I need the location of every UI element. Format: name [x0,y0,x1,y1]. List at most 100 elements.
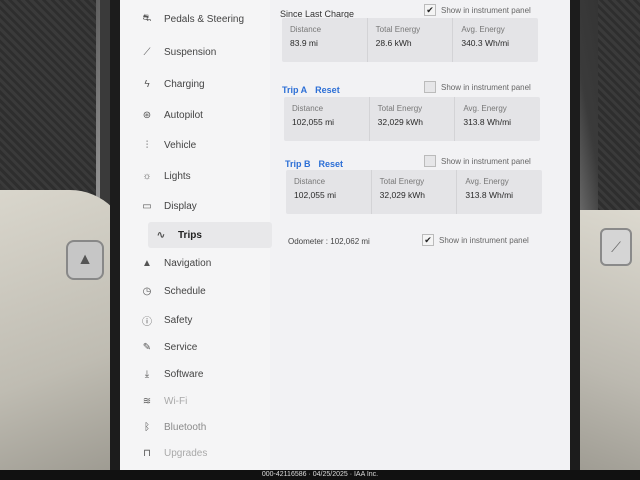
sidebar-item-label: Schedule [164,285,206,297]
distance-label: Distance [294,177,326,186]
sidebar-item-label: Software [164,368,204,380]
since-last-charge-card: Distance 83.9 mi Total Energy 28.6 kWh A… [282,18,538,62]
sliders-icon: ⫶ [145,139,149,151]
wifi-icon: ≋ [142,395,152,407]
trip-b-card: Distance 102,055 mi Total Energy 32,029 … [286,170,542,214]
avg-energy-cell: Avg. Energy 340.3 Wh/mi [453,18,538,62]
total-energy-cell: Total Energy 28.6 kWh [368,18,454,62]
distance-label: Distance [292,104,324,113]
wrench-icon: ✎ [142,341,152,353]
sidebar-item-safety[interactable]: ⓘ Safety [140,307,266,333]
sidebar-item-trips[interactable]: ∿ Trips [148,222,272,248]
avg-energy-cell: Avg. Energy 313.8 Wh/mi [455,97,540,141]
sidebar-item-label: Suspension [164,46,217,58]
odometer-readout: Odometer : 102,062 mi [288,237,370,246]
trip-b-title: Trip B Reset [285,159,343,169]
show-in-panel-label: Show in instrument panel [439,235,529,245]
trip-a-card: Distance 102,055 mi Total Energy 32,029 … [284,97,540,141]
sidebar-item-label: Trips [178,229,202,241]
trip-b-label: Trip B [285,159,311,169]
distance-value: 102,055 mi [294,190,337,200]
total-energy-value: 32,029 kWh [377,117,424,127]
touchscreen: ⛐ Pedals & Steering ⟋ Suspension ϟ Charging ⊛ A… [120,0,570,470]
show-in-panel-label: Show in instrument panel [441,156,531,166]
odometer-show-toggle[interactable]: ✔ Show in instrument panel [422,234,529,246]
right-carbon-trim [598,0,640,220]
sidebar-item-navigation[interactable]: ▲ Navigation [140,250,266,276]
steering-pedal-icon: ⛐ [142,12,152,24]
total-energy-label: Total Energy [379,177,425,186]
steering-wheel-icon: ⊛ [142,109,152,121]
distance-cell: Distance 83.9 mi [282,18,368,62]
total-energy-cell: Total Energy 32,029 kWh [372,170,458,214]
clock-icon: ◷ [142,285,152,297]
sidebar-item-service[interactable]: ✎ Service [140,334,266,360]
distance-cell: Distance 102,055 mi [284,97,370,141]
hazard-button[interactable]: ▲ [66,240,104,280]
sidebar-item-label: Upgrades [164,447,208,459]
sidebar-item-software[interactable]: ⤓ Software [140,361,266,387]
checkbox-checked-icon[interactable]: ✔ [424,4,436,16]
sidebar-item-upgrades[interactable]: ⊓ Upgrades [140,440,266,466]
sidebar-item-suspension[interactable]: ⟋ Suspension [140,39,266,65]
settings-sidebar: ⛐ Pedals & Steering ⟋ Suspension ϟ Charging ⊛ A… [120,0,272,470]
trips-icon: ∿ [156,229,166,241]
trip-b-reset-button[interactable]: Reset [319,159,344,169]
sidebar-item-schedule[interactable]: ◷ Schedule [140,278,266,304]
sidebar-item-label: Display [164,200,197,212]
sun-icon: ☼ [142,170,152,182]
distance-label: Distance [290,25,322,34]
sidebar-item-wi-fi[interactable]: ≋ Wi-Fi [140,388,266,414]
sidebar-item-pedals-steering[interactable]: ⛐ Pedals & Steering [140,6,266,32]
display-icon: ▭ [142,200,152,212]
sidebar-item-label: Safety [164,314,193,326]
safety-icon: ⓘ [142,316,152,328]
download-icon: ⤓ [144,368,150,380]
wiper-button[interactable]: ⟋ [600,228,632,266]
sidebar-item-label: Pedals & Steering [164,13,245,25]
lightning-icon: ϟ [144,78,150,90]
sidebar-item-label: Wi-Fi [164,395,188,407]
trip-a-title: Trip A Reset [282,85,340,95]
sidebar-item-display[interactable]: ▭ Display [140,193,266,219]
distance-cell: Distance 102,055 mi [286,170,372,214]
sidebar-item-label: Autopilot [164,109,203,121]
sidebar-item-vehicle[interactable]: ⫶ Vehicle [140,132,266,158]
trip-a-show-toggle[interactable]: Show in instrument panel [424,81,531,93]
sidebar-item-label: Lights [164,170,191,182]
lock-icon: ⊓ [143,447,151,459]
trip-b-show-toggle[interactable]: Show in instrument panel [424,155,531,167]
avg-energy-value: 340.3 Wh/mi [461,38,510,48]
sidebar-item-lights[interactable]: ☼ Lights [140,163,266,189]
avg-energy-label: Avg. Energy [463,104,507,113]
wrench-suspension-icon: ⟋ [143,46,151,58]
sidebar-item-bluetooth[interactable]: ᛒ Bluetooth [140,414,266,440]
total-energy-value: 28.6 kWh [375,38,412,48]
sidebar-item-label: Bluetooth [164,421,207,433]
avg-energy-label: Avg. Energy [461,25,505,34]
checkbox-checked-icon[interactable]: ✔ [422,234,434,246]
avg-energy-value: 313.8 Wh/mi [465,190,514,200]
avg-energy-cell: Avg. Energy 313.8 Wh/mi [457,170,542,214]
checkbox-unchecked-icon[interactable] [424,81,436,93]
show-in-panel-label: Show in instrument panel [441,82,531,92]
since-last-charge-show-toggle[interactable]: ✔ Show in instrument panel [424,4,531,16]
sidebar-item-label: Service [164,341,198,353]
total-energy-value: 32,029 kWh [379,190,426,200]
wiper-icon: ⟋ [611,238,621,255]
bluetooth-icon: ᛒ [144,421,150,433]
avg-energy-label: Avg. Energy [465,177,509,186]
trip-a-label: Trip A [282,85,308,95]
trip-a-reset-button[interactable]: Reset [315,85,340,95]
checkbox-unchecked-icon[interactable] [424,155,436,167]
sidebar-item-label: Navigation [164,257,212,269]
sidebar-item-label: Vehicle [164,139,197,151]
sidebar-item-charging[interactable]: ϟ Charging [140,71,266,97]
total-energy-cell: Total Energy 32,029 kWh [370,97,456,141]
total-energy-label: Total Energy [377,104,423,113]
trips-content: Since Last Charge ✔ Show in instrument p… [270,0,570,470]
total-energy-label: Total Energy [375,25,421,34]
sidebar-item-autopilot[interactable]: ⊛ Autopilot [140,102,266,128]
show-in-panel-label: Show in instrument panel [441,5,531,15]
sidebar-item-label: Charging [164,78,205,90]
